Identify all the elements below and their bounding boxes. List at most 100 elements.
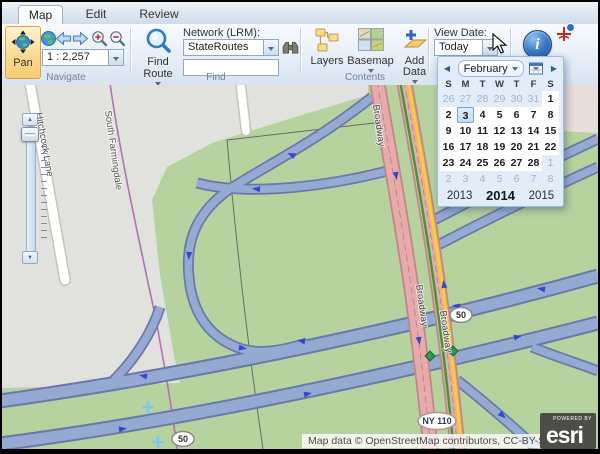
calendar-year[interactable]: 2015 <box>529 190 555 202</box>
zoom-slider-tick <box>41 216 47 217</box>
zoom-slider-track[interactable] <box>26 126 36 252</box>
group-separator <box>300 28 302 72</box>
calendar-year-selected[interactable]: 2014 <box>486 188 515 203</box>
calendar-day[interactable]: 30 <box>508 91 525 107</box>
calendar-day[interactable]: 29 <box>491 91 508 107</box>
calendar-day[interactable]: 25 <box>474 155 491 171</box>
network-lrm-label: Network (LRM): <box>183 27 260 39</box>
calendar-year[interactable]: 2013 <box>447 190 473 202</box>
calendar-day[interactable]: 19 <box>491 139 508 155</box>
pan-label: Pan <box>13 58 33 69</box>
zoom-out-button[interactable] <box>107 27 127 49</box>
zoom-slider-down-button[interactable]: ▼ <box>22 251 38 264</box>
calendar-day[interactable]: 1 <box>542 155 559 171</box>
calendar-day[interactable]: 12 <box>491 123 508 139</box>
zoom-slider-tick <box>41 146 47 147</box>
group-label-contents: Contents <box>302 72 428 83</box>
calendar-day[interactable]: 28 <box>525 155 542 171</box>
calendar-day[interactable]: 14 <box>525 123 542 139</box>
identify-info-button[interactable]: i <box>523 30 552 59</box>
calendar-week-row: 2345678 <box>440 107 561 123</box>
calendar-day[interactable]: 2 <box>440 107 457 123</box>
calendar-day[interactable]: 4 <box>474 171 491 187</box>
calendar-day[interactable]: 6 <box>508 171 525 187</box>
calendar-day[interactable]: 31 <box>525 91 542 107</box>
calendar-day-headers: SMTWTFS <box>440 78 561 91</box>
calendar-day[interactable]: 18 <box>474 139 491 155</box>
identify-route-tool-button[interactable] <box>553 22 577 46</box>
calendar-day[interactable]: 2 <box>440 171 457 187</box>
view-date-combobox[interactable]: Today <box>434 39 498 56</box>
add-data-icon <box>402 28 428 55</box>
calendar-day[interactable]: 28 <box>474 91 491 107</box>
scale-combobox[interactable]: 1 : 2,257 <box>42 49 124 66</box>
calendar-day[interactable]: 8 <box>542 107 559 123</box>
find-route-icon <box>145 27 171 56</box>
calendar-day[interactable]: 8 <box>542 171 559 187</box>
group-label-navigate: Navigate <box>6 72 126 83</box>
calendar-day[interactable]: 3 <box>457 171 474 187</box>
search-routes-button[interactable] <box>281 38 300 56</box>
calendar-day[interactable]: 26 <box>440 91 457 107</box>
esri-logo: POWERED BY esri <box>540 413 596 449</box>
group-label-find: Find <box>136 72 296 83</box>
binoculars-icon <box>282 41 299 54</box>
scale-dropdown-button[interactable] <box>108 50 123 65</box>
calendar-header: ◀ February ▶ <box>440 59 561 78</box>
calendar-day[interactable]: 27 <box>457 91 474 107</box>
zoom-slider-handle[interactable] <box>21 127 39 142</box>
calendar-day[interactable]: 6 <box>508 107 525 123</box>
tab-map[interactable]: Map <box>18 5 63 24</box>
view-date-label: View Date: <box>434 27 487 39</box>
network-combobox[interactable]: StateRoutes <box>183 39 279 56</box>
calendar-day[interactable]: 5 <box>491 171 508 187</box>
route-shield-50: 50 <box>456 310 466 320</box>
calendar-day[interactable]: 20 <box>508 139 525 155</box>
zoom-slider-tick <box>41 202 47 203</box>
tab-review[interactable]: Review <box>129 5 189 24</box>
calendar-day-header: W <box>491 78 508 91</box>
calendar-day[interactable]: 24 <box>457 155 474 171</box>
calendar-today-button[interactable] <box>529 62 543 75</box>
pan-globe-icon <box>11 30 35 57</box>
calendar-day[interactable]: 21 <box>525 139 542 155</box>
calendar-day[interactable]: 16 <box>440 139 457 155</box>
zoom-slider-tick <box>41 195 47 196</box>
calendar-next-month-button[interactable]: ▶ <box>549 64 559 73</box>
calendar-day[interactable]: 4 <box>474 107 491 123</box>
zoom-slider-tick <box>41 209 47 210</box>
basemap-icon <box>358 28 384 55</box>
calendar-month-dropdown[interactable]: February <box>458 60 524 77</box>
calendar-day[interactable]: 1 <box>542 91 559 107</box>
zoom-slider-tick <box>41 223 47 224</box>
zoom-in-button[interactable] <box>89 27 109 49</box>
calendar-prev-month-button[interactable]: ◀ <box>442 64 452 73</box>
calendar-day-selected[interactable]: 3 <box>457 107 474 123</box>
layers-icon <box>314 28 340 55</box>
calendar-day[interactable]: 11 <box>474 123 491 139</box>
calendar-day[interactable]: 15 <box>542 123 559 139</box>
map-attribution: Map data © OpenStreetMap contributors, C… <box>302 434 558 448</box>
calendar-week-row: 2627282930311 <box>440 91 561 107</box>
calendar-day[interactable]: 5 <box>491 107 508 123</box>
calendar-day[interactable]: 27 <box>508 155 525 171</box>
calendar-day[interactable]: 7 <box>525 171 542 187</box>
tab-edit[interactable]: Edit <box>68 5 124 24</box>
network-dropdown-button[interactable] <box>263 40 278 55</box>
calendar-day[interactable]: 10 <box>457 123 474 139</box>
esri-brand: esri <box>546 422 583 448</box>
calendar-day[interactable]: 26 <box>491 155 508 171</box>
calendar-day[interactable]: 13 <box>508 123 525 139</box>
chevron-down-icon <box>512 67 518 71</box>
calendar-day-header: T <box>474 78 491 91</box>
calendar-day[interactable]: 9 <box>440 123 457 139</box>
calendar-day[interactable]: 17 <box>457 139 474 155</box>
zoom-slider-up-button[interactable]: ▲ <box>22 113 38 126</box>
find-route-label-line1: Find <box>147 57 168 68</box>
calendar-day[interactable]: 23 <box>440 155 457 171</box>
calendar-week-row: 2324252627281 <box>440 155 561 171</box>
calendar-day-header: M <box>457 78 474 91</box>
calendar-day[interactable]: 7 <box>525 107 542 123</box>
zoom-slider-tick <box>41 160 47 161</box>
calendar-day[interactable]: 22 <box>542 139 559 155</box>
